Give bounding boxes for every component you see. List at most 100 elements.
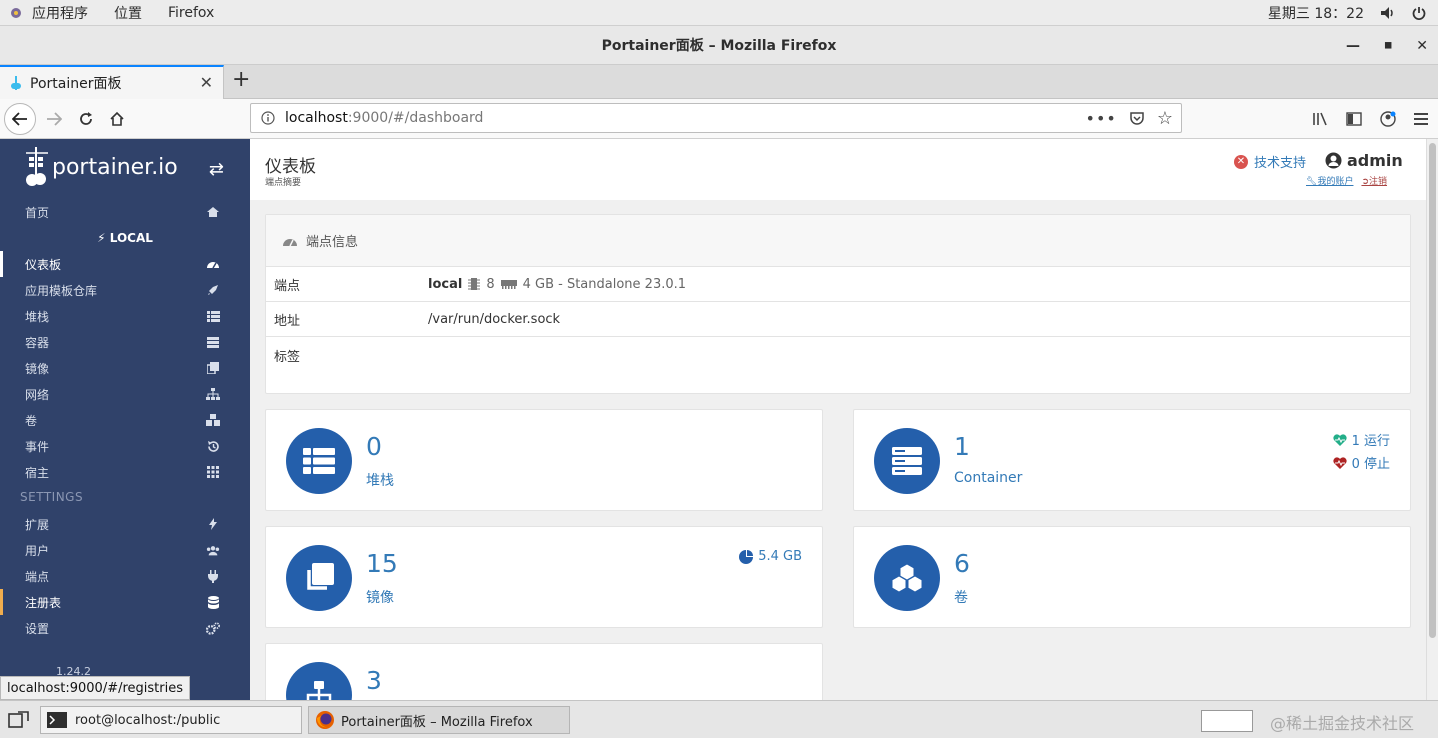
support-label: 技术支持 [1254, 156, 1307, 171]
page-header: 仪表板 端点摘要 ✕ 技术支持 admin 🔧︎我的账户 ➲注销 [250, 139, 1426, 200]
power-icon[interactable] [1412, 6, 1426, 20]
endpoint-info-panel: 端点信息 端点 local 8 4 GB - Standalone 23.0.1… [265, 214, 1411, 394]
stacks-count: 0 [366, 432, 382, 461]
page-actions-icon[interactable]: ••• [1086, 109, 1117, 128]
support-link[interactable]: ✕ 技术支持 [1234, 152, 1306, 171]
sidebar-item-label: 设置 [25, 621, 50, 636]
endpoint-label: LOCAL [109, 231, 153, 245]
sidebar-item-volumes[interactable]: 卷 [0, 407, 250, 433]
firefox-menu[interactable]: Firefox [168, 5, 214, 21]
account-icon[interactable] [1380, 111, 1396, 127]
applications-icon [11, 7, 21, 18]
current-user: admin [1325, 151, 1403, 170]
workspace-switcher[interactable] [1201, 710, 1253, 732]
containers-circle [874, 428, 940, 494]
url-bar[interactable]: localhost:9000/#/dashboard ••• ☆ [250, 103, 1182, 133]
sidebar-item-events[interactable]: 事件 [0, 433, 250, 459]
volumes-label: 卷 [954, 590, 968, 606]
system-top-bar: 应用程序 位置 Firefox 星期三 18：22 [0, 0, 1438, 26]
taskbar-firefox[interactable]: Portainer面板 – Mozilla Firefox [308, 706, 570, 734]
close-tab-icon[interactable]: ✕ [200, 73, 213, 92]
images-count: 15 [366, 549, 398, 578]
maximize-icon[interactable]: ◼ [1384, 40, 1392, 51]
sidebar-item-extensions[interactable]: 扩展 [0, 511, 250, 537]
volumes-widget[interactable]: 6 卷 [853, 526, 1411, 628]
sidebar-item-registries[interactable]: 注册表 [0, 589, 250, 615]
containers-label: Container [954, 470, 1023, 486]
sidebar-item-templates[interactable]: 应用模板仓库 [0, 277, 250, 303]
link-status-url: localhost:9000/#/registries [0, 676, 190, 700]
sidebar-item-label: 端点 [25, 569, 50, 584]
sidebar-item-settings[interactable]: 设置 [0, 615, 250, 641]
volume-icon[interactable] [1380, 6, 1396, 20]
sidebar-item-label: 镜像 [25, 361, 50, 376]
endpoint-row: 端点 local 8 4 GB - Standalone 23.0.1 [266, 267, 1410, 302]
networks-widget[interactable]: 3 [265, 643, 823, 700]
tags-key: 标签 [274, 350, 301, 365]
info-icon[interactable] [261, 111, 275, 125]
sidebar-item-dashboard[interactable]: 仪表板 [0, 251, 250, 277]
clone-icon [307, 563, 334, 590]
rocket-icon [206, 283, 220, 297]
stopped-containers: 0 停止 [1332, 453, 1390, 472]
library-icon[interactable] [1312, 111, 1328, 127]
bookmark-star-icon[interactable]: ☆ [1157, 108, 1173, 129]
taskbar-terminal[interactable]: root@localhost:/public [40, 706, 302, 734]
running-containers: 1 运行 [1332, 430, 1390, 449]
th-icon [206, 465, 220, 479]
home-icon [206, 205, 220, 219]
sitemap-icon [306, 681, 332, 700]
portainer-sidebar: portainer.io ⇄ 首页 ⚡︎ LOCAL 仪表板 应用模板仓库 堆栈… [0, 139, 250, 700]
sidebar-item-label: 用户 [25, 543, 50, 558]
sidebar-item-label: 仪表板 [25, 257, 62, 272]
sidebar-toggle-icon[interactable] [1346, 112, 1362, 126]
tags-row: 标签 [266, 337, 1410, 392]
pocket-icon[interactable] [1129, 111, 1145, 126]
close-window-icon[interactable]: ✕ [1416, 38, 1428, 54]
sidebar-item-stacks[interactable]: 堆栈 [0, 303, 250, 329]
sidebar-item-users[interactable]: 用户 [0, 537, 250, 563]
show-desktop-icon[interactable] [8, 710, 30, 730]
firefox-title: Portainer面板 – Mozilla Firefox [341, 714, 533, 730]
sidebar-item-images[interactable]: 镜像 [0, 355, 250, 381]
applications-menu[interactable]: 应用程序 [32, 3, 88, 23]
home-button[interactable] [101, 103, 133, 135]
tachometer-icon [206, 257, 220, 271]
sidebar-item-home[interactable]: 首页 [0, 199, 250, 225]
sidebar-item-host[interactable]: 宿主 [0, 459, 250, 485]
page-scrollbar[interactable] [1426, 139, 1438, 700]
cubes-icon [206, 413, 220, 427]
sidebar-item-endpoints[interactable]: 端点 [0, 563, 250, 589]
images-widget[interactable]: 15 镜像 5.4 GB [265, 526, 823, 628]
containers-widget[interactable]: 1 Container 1 运行 0 停止 [853, 409, 1411, 511]
memory-icon [500, 280, 517, 289]
times-circle-icon: ✕ [1234, 154, 1248, 169]
volumes-circle [874, 545, 940, 611]
back-button[interactable] [4, 103, 36, 135]
logout-link[interactable]: ➲注销 [1361, 174, 1387, 187]
clock[interactable]: 星期三 18：22 [1268, 3, 1364, 23]
scrollbar-thumb[interactable] [1429, 143, 1436, 638]
my-account-link[interactable]: 🔧︎我的账户 [1306, 174, 1353, 187]
wrench-icon: 🔧︎ [1306, 177, 1318, 187]
arrow-right-icon [47, 112, 62, 126]
stacks-label: 堆栈 [366, 473, 394, 489]
portainer-logo[interactable]: portainer.io [24, 147, 178, 187]
tab-portainer[interactable]: Portainer面板 ✕ [0, 65, 224, 99]
volumes-count: 6 [954, 549, 970, 578]
reload-button[interactable] [70, 103, 102, 135]
forward-button[interactable] [38, 103, 70, 135]
exchange-icon[interactable]: ⇄ [209, 159, 224, 180]
sidebar-item-networks[interactable]: 网络 [0, 381, 250, 407]
server-icon [892, 447, 922, 475]
hamburger-menu-icon[interactable] [1414, 113, 1428, 125]
places-menu[interactable]: 位置 [114, 3, 142, 23]
new-tab-icon[interactable]: + [232, 67, 250, 92]
sidebar-item-containers[interactable]: 容器 [0, 329, 250, 355]
stacks-widget[interactable]: 0 堆栈 [265, 409, 823, 511]
url-path: :9000/#/dashboard [347, 110, 484, 126]
memory-info: 4 GB - Standalone 23.0.1 [522, 276, 687, 292]
networks-circle [286, 662, 352, 700]
minimize-icon[interactable]: — [1346, 38, 1360, 54]
bolt-icon [206, 517, 220, 531]
